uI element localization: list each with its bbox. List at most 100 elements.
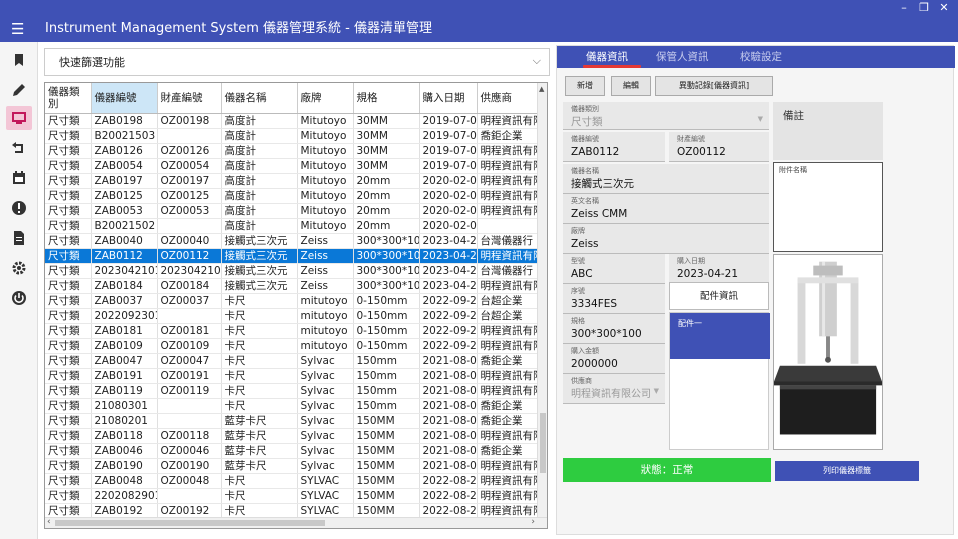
table-row[interactable]: 尺寸類 ZAB0198 OZ00198 高度計 Mitutoyo 30MM 2019-07-… bbox=[45, 113, 542, 129]
tab-custodian-info[interactable]: 保管人資訊 bbox=[656, 50, 709, 64]
monitor-icon[interactable] bbox=[6, 106, 32, 130]
vertical-scroll-thumb[interactable] bbox=[540, 413, 546, 473]
model-field[interactable]: 型號 ABC bbox=[563, 254, 665, 284]
spec-field[interactable]: 規格 300*300*100 bbox=[563, 314, 665, 344]
table-row[interactable]: 尺寸類 ZAB0181 OZ00181 卡尺 mitutoyo 0-150mm 2022-0… bbox=[45, 323, 542, 339]
calendar-icon[interactable] bbox=[6, 166, 32, 190]
asset-no-label: 財產編號 bbox=[677, 135, 705, 143]
brand-field[interactable]: 廠牌 Zeiss bbox=[563, 224, 769, 254]
table-cell: 接觸式三次元 bbox=[221, 278, 298, 294]
table-row[interactable]: 尺寸類B20021503 高度計Mitutoyo30MM2019-07-05喬鉅企… bbox=[45, 128, 542, 144]
table-cell: Mitutoyo bbox=[297, 188, 354, 204]
table-row[interactable]: 尺寸類ZAB0192OZ00192卡尺SYLVAC150MM2022-08-29… bbox=[45, 503, 542, 519]
tab-calibration-settings[interactable]: 校驗設定 bbox=[740, 50, 782, 64]
col-header-supplier[interactable]: 供應商 bbox=[477, 83, 542, 114]
table-row[interactable]: 尺寸類ZAB0040OZ00040接觸式三次元Zeiss300*300*1002… bbox=[45, 233, 542, 249]
document-icon[interactable] bbox=[6, 226, 32, 250]
print-label-button[interactable]: 列印儀器標籤 bbox=[775, 461, 919, 481]
alert-icon[interactable] bbox=[6, 196, 32, 220]
instrument-name-field[interactable]: 儀器名稱 接觸式三次元 bbox=[563, 164, 769, 194]
scroll-right-icon[interactable]: › bbox=[531, 517, 535, 527]
col-header-name[interactable]: 儀器名稱 bbox=[221, 83, 298, 114]
table-row[interactable]: 尺寸類 ZAB0197 OZ00197 高度計 Mitutoyo 20mm 2020-02-… bbox=[45, 173, 542, 189]
attachment-list[interactable]: 附件名稱 bbox=[773, 162, 883, 252]
table-row[interactable]: 尺寸類 ZAB0109 OZ00109 卡尺 mitutoyo 0-150mm 2022-0… bbox=[45, 338, 542, 354]
add-button[interactable]: 新增 bbox=[565, 76, 605, 96]
col-header-category[interactable]: 儀器類別 bbox=[45, 83, 92, 114]
table-row[interactable]: 尺寸類2202082901 卡尺SYLVAC150MM2022-08-29明程資訊… bbox=[45, 488, 542, 504]
dropdown-arrow-icon: ▼ bbox=[757, 115, 763, 123]
purchase-amount-field[interactable]: 購入金額 2000000 bbox=[563, 344, 665, 374]
change-history-button[interactable]: 異動記錄[儀器資訊] bbox=[655, 76, 773, 96]
gear-icon[interactable] bbox=[6, 256, 32, 280]
table-row[interactable]: 尺寸類 ZAB0126 OZ00126 高度計 Mitutoyo 30MM 2019-07-… bbox=[45, 143, 542, 159]
table-row[interactable]: 尺寸類2022092301 卡尺mitutoyo0-150mm2022-09-23… bbox=[45, 308, 542, 324]
tab-instrument-info[interactable]: 儀器資訊 bbox=[586, 50, 628, 64]
minimize-button[interactable]: – bbox=[898, 0, 910, 16]
table-cell bbox=[157, 413, 222, 429]
bookmark-icon[interactable] bbox=[6, 48, 32, 72]
table-row[interactable]: 尺寸類 ZAB0125 OZ00125 高度計 Mitutoyo 20mm 2020-02-… bbox=[45, 188, 542, 204]
parts-info-button[interactable]: 配件資訊 bbox=[669, 282, 769, 310]
power-icon[interactable] bbox=[6, 286, 32, 310]
table-cell bbox=[157, 128, 222, 144]
close-button[interactable]: ✕ bbox=[938, 0, 950, 16]
parts-list-item[interactable]: 配件一 bbox=[670, 313, 770, 359]
category-field[interactable]: 儀器類別 尺寸類 ▼ bbox=[563, 102, 769, 130]
brand-value: Zeiss bbox=[571, 238, 599, 250]
table-row[interactable]: 尺寸類 ZAB0118 OZ00118 藍芽卡尺 Sylvac 150MM 2021-08-… bbox=[45, 428, 542, 444]
table-cell: 150MM bbox=[353, 458, 420, 474]
table-row[interactable]: 尺寸類ZAB0119OZ00119卡尺Sylvac150mm2021-08-03… bbox=[45, 383, 542, 399]
purchase-date-field[interactable]: 購入日期 2023-04-21 bbox=[669, 254, 769, 284]
table-cell: 0-150mm bbox=[353, 338, 420, 354]
table-row[interactable]: 尺寸類21080301 卡尺Sylvac150mm2021-08-03喬鉅企業 bbox=[45, 398, 542, 414]
edit-button[interactable]: 編輯 bbox=[611, 76, 651, 96]
instrument-name-value: 接觸式三次元 bbox=[571, 178, 634, 190]
supplier-field[interactable]: 供應商 明程資訊有限公司 ▼ bbox=[563, 374, 665, 404]
notes-field[interactable]: 備註 bbox=[773, 102, 883, 160]
col-header-purchase-date[interactable]: 購入日期 bbox=[419, 83, 478, 114]
horizontal-scroll-thumb[interactable] bbox=[55, 520, 325, 526]
table-row[interactable]: 尺寸類 ZAB0053 OZ00053 高度計 Mitutoyo 20mm 2020-02-… bbox=[45, 203, 542, 219]
serial-no-field[interactable]: 序號 3334FES bbox=[563, 284, 665, 314]
instrument-no-field[interactable]: 儀器編號 ZAB0112 bbox=[563, 132, 665, 162]
col-header-asset-no[interactable]: 財產編號 bbox=[157, 83, 222, 114]
table-row[interactable]: 尺寸類ZAB0184OZ00184接觸式三次元Zeiss300*300*1002… bbox=[45, 278, 542, 294]
quick-filter-dropdown[interactable]: 快速篩選功能 ⌵ bbox=[44, 48, 550, 76]
table-row[interactable]: 尺寸類ZAB0112OZ00112接觸式三次元Zeiss300*300*1002… bbox=[45, 248, 542, 264]
col-header-brand[interactable]: 廠牌 bbox=[297, 83, 354, 114]
table-cell: 卡尺 bbox=[221, 503, 298, 519]
restore-button[interactable]: ❐ bbox=[918, 0, 930, 16]
vertical-scrollbar[interactable]: ▲ bbox=[537, 83, 547, 518]
table-row[interactable]: 尺寸類21080201 藍芽卡尺Sylvac150MM2021-08-02喬鉅企業 bbox=[45, 413, 542, 429]
table-cell: 0-150mm bbox=[353, 308, 420, 324]
english-name-field[interactable]: 英文名稱 Zeiss CMM bbox=[563, 194, 769, 224]
asset-no-field[interactable]: 財產編號 OZ00112 bbox=[669, 132, 769, 162]
table-cell: 尺寸類 bbox=[45, 278, 92, 294]
scroll-up-icon[interactable]: ▲ bbox=[539, 85, 544, 93]
table-cell: 2021-08-03 bbox=[419, 368, 478, 384]
table-cell: 150MM bbox=[353, 503, 420, 519]
table-cell: Sylvac bbox=[297, 353, 354, 369]
return-icon[interactable] bbox=[6, 136, 32, 160]
table-row[interactable]: 尺寸類 2023042101 2023042101 接觸式三次元 Zeiss 300*30… bbox=[45, 263, 542, 279]
table-cell: 2023-04-21 bbox=[419, 233, 478, 249]
hamburger-menu-icon[interactable]: ☰ bbox=[11, 20, 24, 38]
table-row[interactable]: 尺寸類ZAB0191OZ00191卡尺Sylvac150mm2021-08-03… bbox=[45, 368, 542, 384]
table-row[interactable]: 尺寸類ZAB0048OZ00048卡尺SYLVAC150MM2022-08-29… bbox=[45, 473, 542, 489]
table-cell: 藍芽卡尺 bbox=[221, 413, 298, 429]
scroll-left-icon[interactable]: ‹ bbox=[47, 517, 51, 527]
table-cell: 卡尺 bbox=[221, 353, 298, 369]
table-row[interactable]: 尺寸類 ZAB0046 OZ00046 藍芽卡尺 Sylvac 150MM 2021-08-… bbox=[45, 443, 542, 459]
table-cell: ZAB0037 bbox=[91, 293, 158, 309]
table-row[interactable]: 尺寸類 ZAB0190 OZ00190 藍芽卡尺 Sylvac 150MM 2021-08-… bbox=[45, 458, 542, 474]
col-header-spec[interactable]: 規格 bbox=[353, 83, 420, 114]
table-row[interactable]: 尺寸類ZAB0047OZ00047卡尺Sylvac150mm2021-08-03… bbox=[45, 353, 542, 369]
table-cell: 尺寸類 bbox=[45, 338, 92, 354]
pencil-icon[interactable] bbox=[6, 78, 32, 102]
table-row[interactable]: 尺寸類B20021502 高度計Mitutoyo20mm2020-02-04 bbox=[45, 218, 542, 234]
col-header-instrument-no[interactable]: 儀器編號 bbox=[91, 83, 158, 114]
table-row[interactable]: 尺寸類 ZAB0037 OZ00037 卡尺 mitutoyo 0-150mm 2022-0… bbox=[45, 293, 542, 309]
table-row[interactable]: 尺寸類 ZAB0054 OZ00054 高度計 Mitutoyo 30MM 2019-07-… bbox=[45, 158, 542, 174]
horizontal-scrollbar[interactable]: ‹ › bbox=[45, 517, 547, 528]
